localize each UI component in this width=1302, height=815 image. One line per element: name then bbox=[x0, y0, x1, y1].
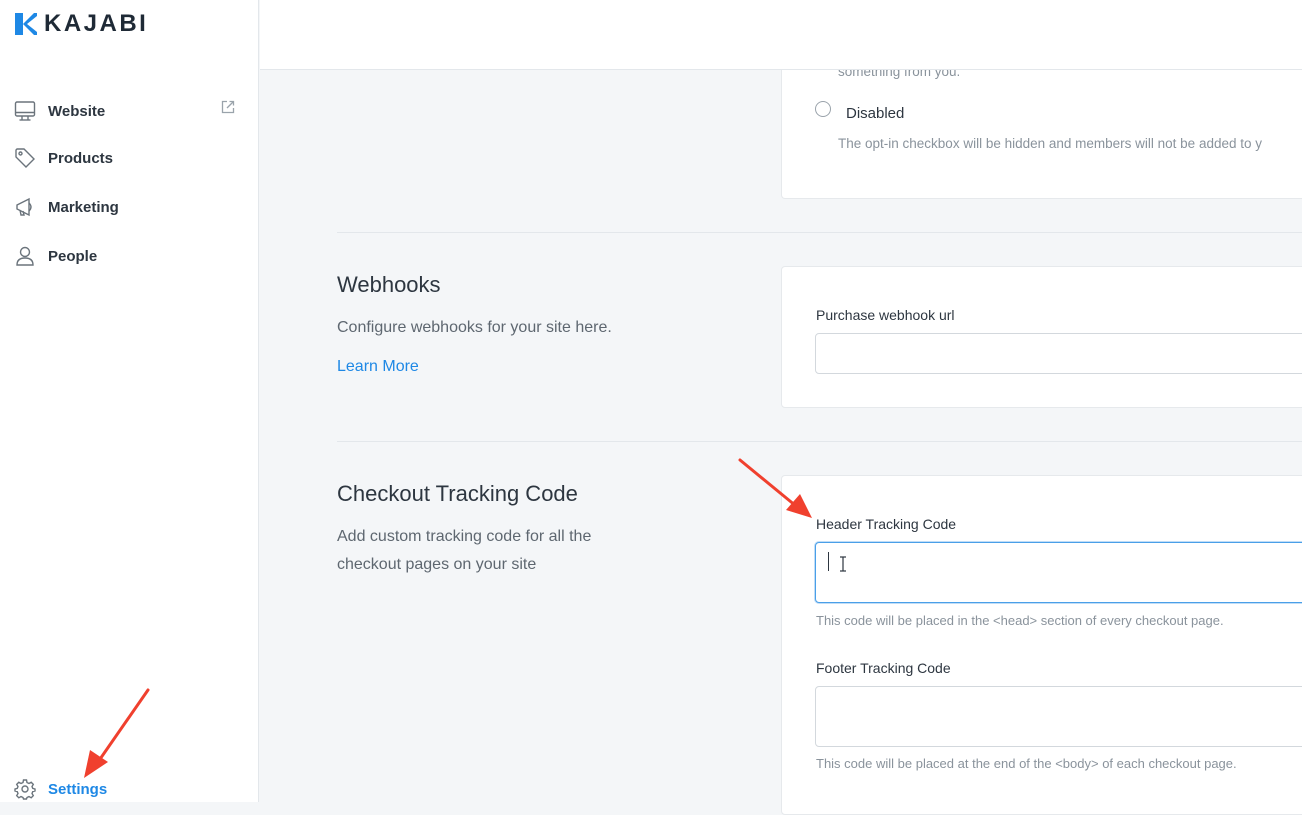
sidebar: KAJABI Website Products Marketing People… bbox=[0, 0, 259, 802]
search-icon bbox=[285, 21, 305, 41]
sidebar-item-people[interactable]: People bbox=[13, 244, 97, 268]
search-input[interactable] bbox=[312, 18, 716, 46]
header-tracking-code-textarea[interactable] bbox=[815, 542, 1302, 603]
text-caret bbox=[828, 552, 829, 571]
sidebar-item-settings[interactable]: Settings bbox=[13, 777, 107, 801]
kajabi-logo[interactable]: KAJABI bbox=[14, 12, 148, 36]
logo-text: KAJABI bbox=[44, 10, 149, 37]
person-icon bbox=[13, 244, 37, 268]
footer-tracking-code-textarea[interactable] bbox=[815, 686, 1302, 747]
sidebar-item-label: Products bbox=[48, 149, 114, 167]
webhooks-title: Webhooks bbox=[337, 272, 441, 297]
sidebar-item-marketing[interactable]: Marketing bbox=[13, 195, 119, 219]
purchase-webhook-url-input[interactable] bbox=[815, 333, 1302, 374]
disabled-radio[interactable] bbox=[815, 101, 831, 117]
optin-top-text: something from you. bbox=[838, 64, 961, 79]
tracking-title: Checkout Tracking Code bbox=[337, 481, 578, 506]
sidebar-item-products[interactable]: Products bbox=[13, 146, 113, 170]
section-divider bbox=[337, 232, 1302, 233]
purchase-webhook-label: Purchase webhook url bbox=[816, 307, 955, 323]
section-divider bbox=[337, 441, 1302, 442]
ibeam-cursor-icon bbox=[838, 555, 848, 573]
optin-card bbox=[781, 60, 1302, 199]
header-tracking-label: Header Tracking Code bbox=[816, 516, 957, 532]
kajabi-logo-icon bbox=[15, 13, 37, 35]
sidebar-item-label: Marketing bbox=[48, 198, 119, 216]
disabled-radio-label: Disabled bbox=[846, 105, 905, 122]
sidebar-item-label: Website bbox=[48, 102, 106, 120]
sidebar-item-label: People bbox=[48, 247, 98, 265]
sidebar-item-label: Settings bbox=[48, 780, 108, 798]
sidebar-item-website[interactable]: Website bbox=[13, 99, 105, 123]
gear-icon bbox=[13, 777, 37, 801]
megaphone-icon bbox=[13, 195, 37, 219]
learn-more-link[interactable]: Learn More bbox=[337, 358, 419, 376]
footer-tracking-help: This code will be placed at the end of t… bbox=[816, 756, 1237, 771]
webhooks-description: Configure webhooks for your site here. bbox=[337, 319, 612, 336]
footer-tracking-label: Footer Tracking Code bbox=[816, 660, 951, 676]
external-link-icon[interactable] bbox=[220, 99, 236, 115]
disabled-description: The opt-in checkbox will be hidden and m… bbox=[838, 136, 1262, 151]
tracking-description-line2: checkout pages on your site bbox=[337, 556, 537, 573]
tag-icon bbox=[13, 146, 37, 170]
monitor-icon bbox=[13, 99, 37, 123]
tracking-description-line1: Add custom tracking code for all the bbox=[337, 528, 592, 545]
header-tracking-help: This code will be placed in the <head> s… bbox=[816, 613, 1224, 628]
